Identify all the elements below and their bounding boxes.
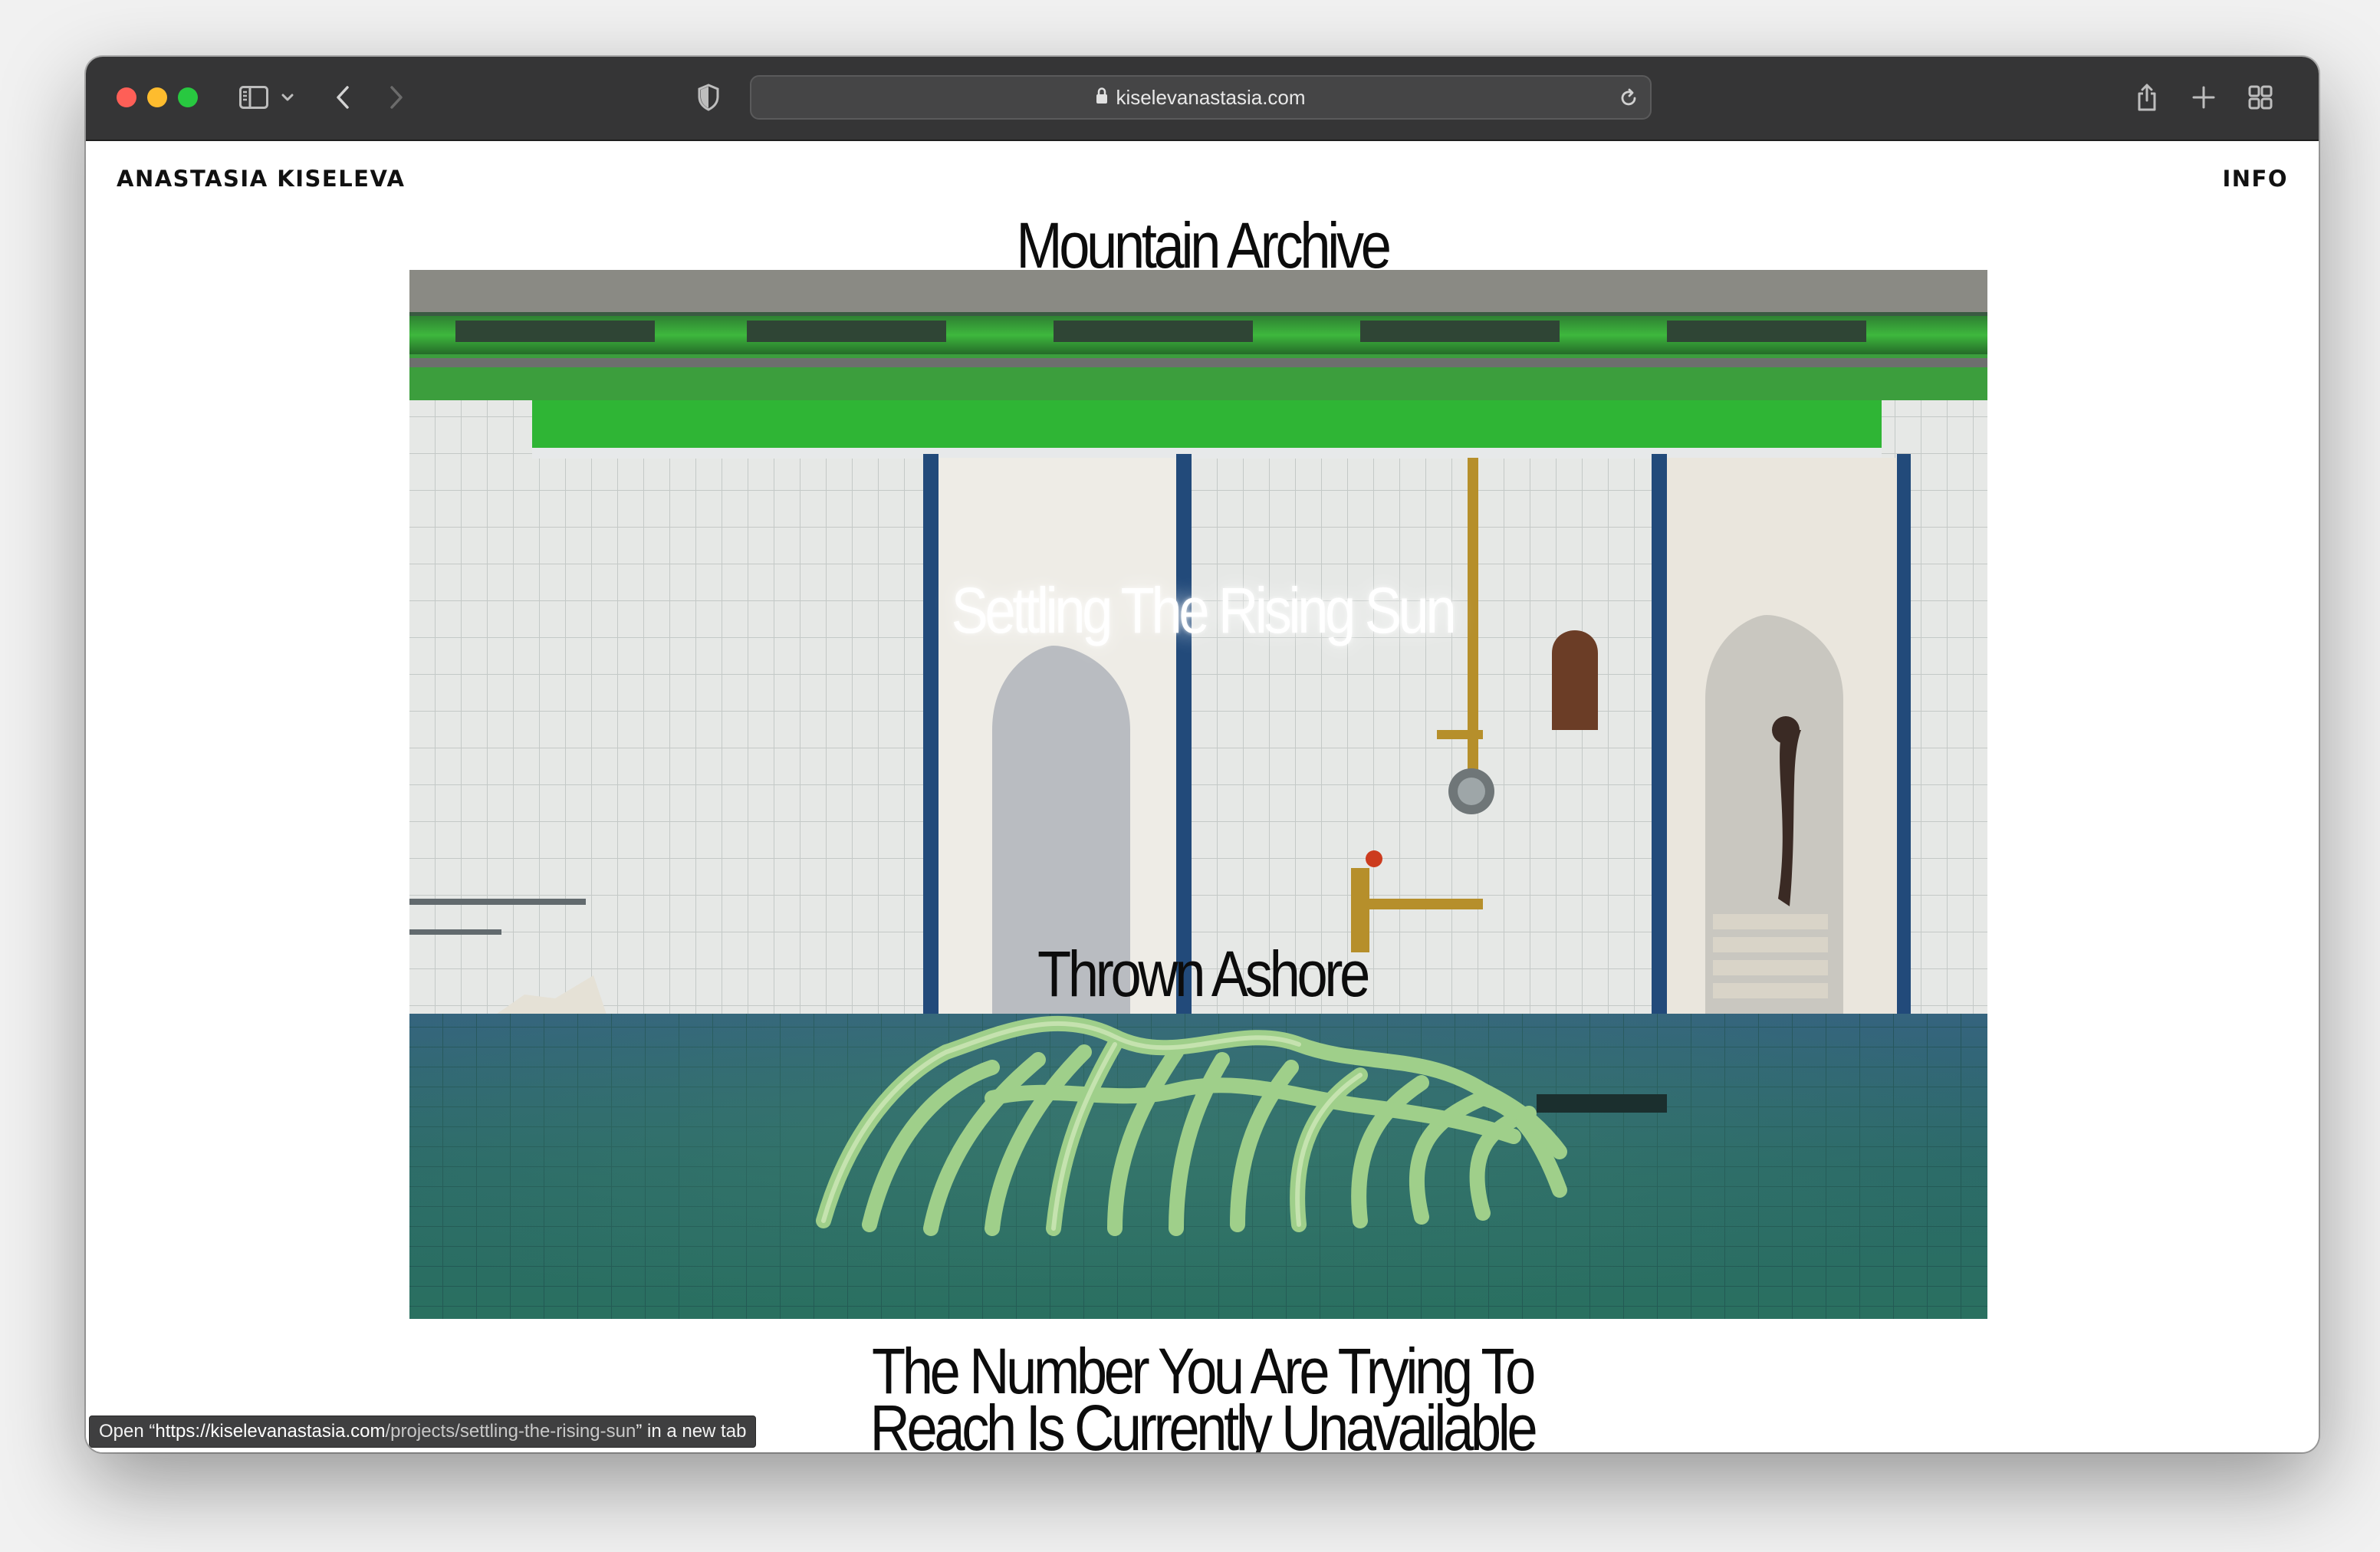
tab-overview-icon[interactable] [2245,80,2276,115]
new-tab-icon[interactable] [2190,80,2217,115]
project-link-settling-the-rising-sun[interactable]: Settling The Rising Sun [242,578,2162,643]
close-window-button[interactable] [117,87,136,107]
address-bar[interactable]: kiselevanastasia.com [750,75,1652,120]
browser-window: kiselevanastasia.com ANASTASIA KISELEVA … [86,57,2319,1452]
project-photo[interactable] [409,270,1987,1319]
reload-icon[interactable] [1618,87,1639,113]
site-name-link[interactable]: ANASTASIA KISELEVA [117,166,405,192]
maximize-window-button[interactable] [178,87,198,107]
privacy-shield-icon[interactable] [693,80,724,115]
minimize-window-button[interactable] [147,87,167,107]
page-content: ANASTASIA KISELEVA INFO Mountain Archive… [86,141,2319,1452]
sidebar-icon[interactable] [236,80,271,115]
status-prefix: Open “ [99,1421,156,1442]
status-suffix: ” in a new tab [636,1421,747,1442]
share-icon[interactable] [2132,80,2162,115]
link-status-bar: Open “https://kiselevanastasia.com/proje… [89,1416,757,1448]
chevron-down-icon[interactable] [279,80,296,115]
forward-arrow-icon[interactable] [383,80,409,115]
back-arrow-icon[interactable] [330,80,356,115]
browser-toolbar: kiselevanastasia.com [86,57,2319,141]
lock-icon [1096,87,1108,108]
url-text: kiselevanastasia.com [1116,85,1306,109]
project-link-thrown-ashore[interactable]: Thrown Ashore [242,942,2162,1006]
info-link[interactable]: INFO [2222,166,2288,192]
project-link-mountain-archive[interactable]: Mountain Archive [242,213,2162,278]
status-url-host: https://kiselevanastasia.com [155,1421,386,1442]
status-url-path: /projects/settling-the-rising-sun [385,1421,636,1442]
